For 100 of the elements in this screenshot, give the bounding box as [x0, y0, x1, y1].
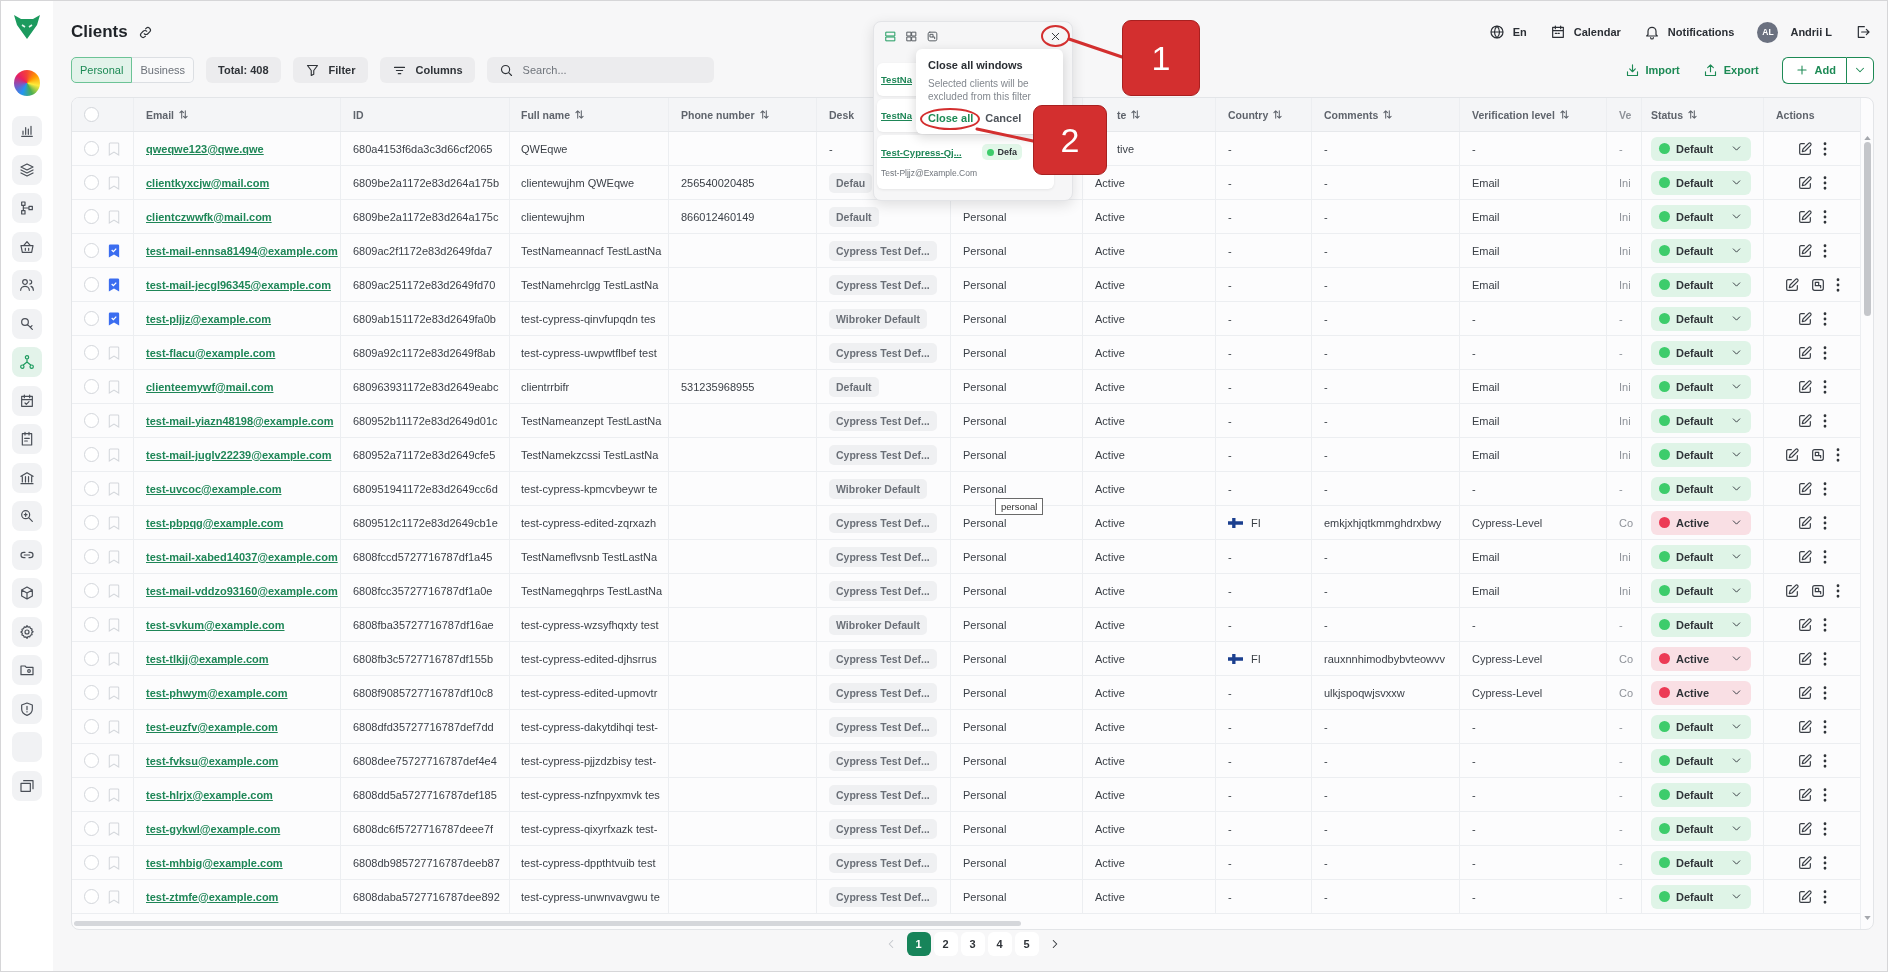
edit-icon[interactable] — [1797, 378, 1813, 395]
edit-icon[interactable] — [1797, 752, 1813, 769]
email-link[interactable]: test-mail-yiazn48198@example.com — [146, 414, 334, 427]
sidebar-button[interactable] — [12, 424, 42, 454]
email-link[interactable]: test-fvksu@example.com — [146, 754, 279, 767]
sidebar-button[interactable] — [12, 231, 42, 262]
row-checkbox[interactable] — [84, 141, 99, 156]
edit-icon[interactable] — [1797, 344, 1813, 361]
window-link[interactable]: Test-Cypress-Qj... — [881, 146, 962, 158]
more-icon[interactable] — [1836, 277, 1840, 292]
more-icon[interactable] — [1823, 855, 1827, 870]
sidebar-button[interactable] — [12, 770, 42, 801]
status-dropdown[interactable]: Default — [1651, 578, 1751, 603]
window-link[interactable]: TestNa — [881, 110, 912, 121]
calendar-button[interactable]: Calendar — [1549, 24, 1621, 40]
email-link[interactable]: test-flacu@example.com — [146, 346, 276, 359]
column-header[interactable]: Verification level — [1472, 108, 1569, 121]
page-button[interactable]: 2 — [933, 932, 958, 956]
row-checkbox[interactable] — [84, 583, 99, 598]
sidebar-button[interactable] — [12, 154, 42, 185]
column-header[interactable]: Phone number — [681, 108, 769, 121]
more-icon[interactable] — [1823, 413, 1827, 428]
sidebar-button[interactable] — [12, 578, 42, 608]
edit-icon[interactable] — [1797, 888, 1813, 905]
edit-icon[interactable] — [1797, 548, 1813, 565]
status-dropdown[interactable]: Default — [1651, 476, 1751, 501]
more-icon[interactable] — [1836, 447, 1840, 462]
cancel-button[interactable]: Cancel — [985, 111, 1022, 125]
bookmark-icon[interactable] — [108, 277, 120, 292]
more-icon[interactable] — [1823, 481, 1827, 496]
filter-button[interactable]: Filter — [292, 57, 368, 83]
email-link[interactable]: clientkyxcjw@mail.com — [146, 176, 270, 189]
status-dropdown[interactable]: Default — [1651, 272, 1751, 297]
add-menu-button[interactable] — [1846, 56, 1874, 84]
sidebar-button[interactable] — [12, 616, 42, 647]
edit-icon[interactable] — [1797, 480, 1813, 497]
status-dropdown[interactable]: Default — [1651, 714, 1751, 739]
row-checkbox[interactable] — [84, 651, 99, 666]
sidebar-button[interactable] — [12, 501, 42, 531]
sort-icon[interactable] — [1273, 110, 1283, 119]
row-checkbox[interactable] — [84, 685, 99, 700]
status-dropdown[interactable]: Active — [1651, 510, 1751, 535]
column-header[interactable]: Comments — [1324, 108, 1393, 121]
column-header[interactable]: Status — [1651, 108, 1698, 121]
more-icon[interactable] — [1836, 583, 1840, 598]
email-link[interactable]: test-mail-xabed14037@example.com — [146, 550, 338, 563]
row-checkbox[interactable] — [84, 787, 99, 802]
email-link[interactable]: test-tlkjj@example.com — [146, 652, 269, 665]
row-checkbox[interactable] — [84, 175, 99, 190]
grid-view-icon[interactable] — [905, 29, 918, 43]
row-checkbox[interactable] — [84, 447, 99, 462]
status-dropdown[interactable]: Default — [1651, 850, 1751, 875]
row-checkbox[interactable] — [84, 243, 99, 258]
edit-icon[interactable] — [1797, 208, 1813, 225]
status-dropdown[interactable]: Active — [1651, 646, 1751, 671]
status-dropdown[interactable]: Default — [1651, 408, 1751, 433]
edit-icon[interactable] — [1797, 242, 1813, 259]
status-dropdown[interactable]: Default — [1651, 442, 1751, 467]
window-icon[interactable] — [926, 29, 939, 43]
status-dropdown[interactable]: Default — [1651, 782, 1751, 807]
more-icon[interactable] — [1823, 515, 1827, 530]
page-button[interactable]: 1 — [906, 932, 931, 956]
email-link[interactable]: qweqwe123@qwe.qwe — [146, 142, 264, 155]
logout-icon[interactable] — [1855, 24, 1871, 40]
status-dropdown[interactable]: Default — [1651, 136, 1751, 161]
add-button[interactable]: Add — [1781, 56, 1846, 84]
row-checkbox[interactable] — [84, 345, 99, 360]
user-name[interactable]: Andrii L — [1790, 26, 1832, 38]
edit-icon[interactable] — [1784, 446, 1800, 463]
sidebar-button[interactable] — [12, 655, 42, 685]
email-link[interactable]: test-euzfv@example.com — [146, 720, 278, 733]
scrollbar-thumb[interactable] — [74, 921, 1021, 926]
sidebar-button[interactable] — [12, 693, 42, 724]
row-checkbox[interactable] — [84, 719, 99, 734]
column-header[interactable]: Full name — [521, 108, 584, 121]
logo-icon[interactable] — [13, 14, 41, 40]
edit-icon[interactable] — [1797, 854, 1813, 871]
edit-icon[interactable] — [1784, 276, 1800, 293]
email-link[interactable]: test-pljjz@example.com — [146, 312, 272, 325]
edit-icon[interactable] — [1784, 582, 1800, 599]
status-dropdown[interactable]: Default — [1651, 544, 1751, 569]
column-header[interactable]: Email — [146, 108, 188, 121]
color-wheel-icon[interactable] — [14, 70, 40, 96]
column-header[interactable]: Country — [1228, 108, 1283, 121]
sidebar-button[interactable] — [12, 539, 42, 570]
row-checkbox[interactable] — [84, 379, 99, 394]
sort-icon[interactable] — [575, 110, 584, 119]
email-link[interactable]: test-mail-vddzo93160@example.com — [146, 584, 338, 597]
window-icon[interactable] — [1810, 446, 1826, 463]
page-button[interactable]: 3 — [960, 932, 985, 956]
search-field[interactable]: Search... — [486, 57, 714, 83]
edit-icon[interactable] — [1797, 140, 1813, 157]
more-icon[interactable] — [1823, 753, 1827, 768]
export-button[interactable]: Export — [1702, 62, 1759, 78]
status-dropdown[interactable]: Default — [1651, 204, 1751, 229]
sort-icon[interactable] — [179, 110, 188, 119]
more-icon[interactable] — [1823, 685, 1827, 700]
sidebar-button[interactable] — [12, 270, 42, 300]
row-checkbox[interactable] — [84, 515, 99, 530]
more-icon[interactable] — [1823, 311, 1827, 326]
